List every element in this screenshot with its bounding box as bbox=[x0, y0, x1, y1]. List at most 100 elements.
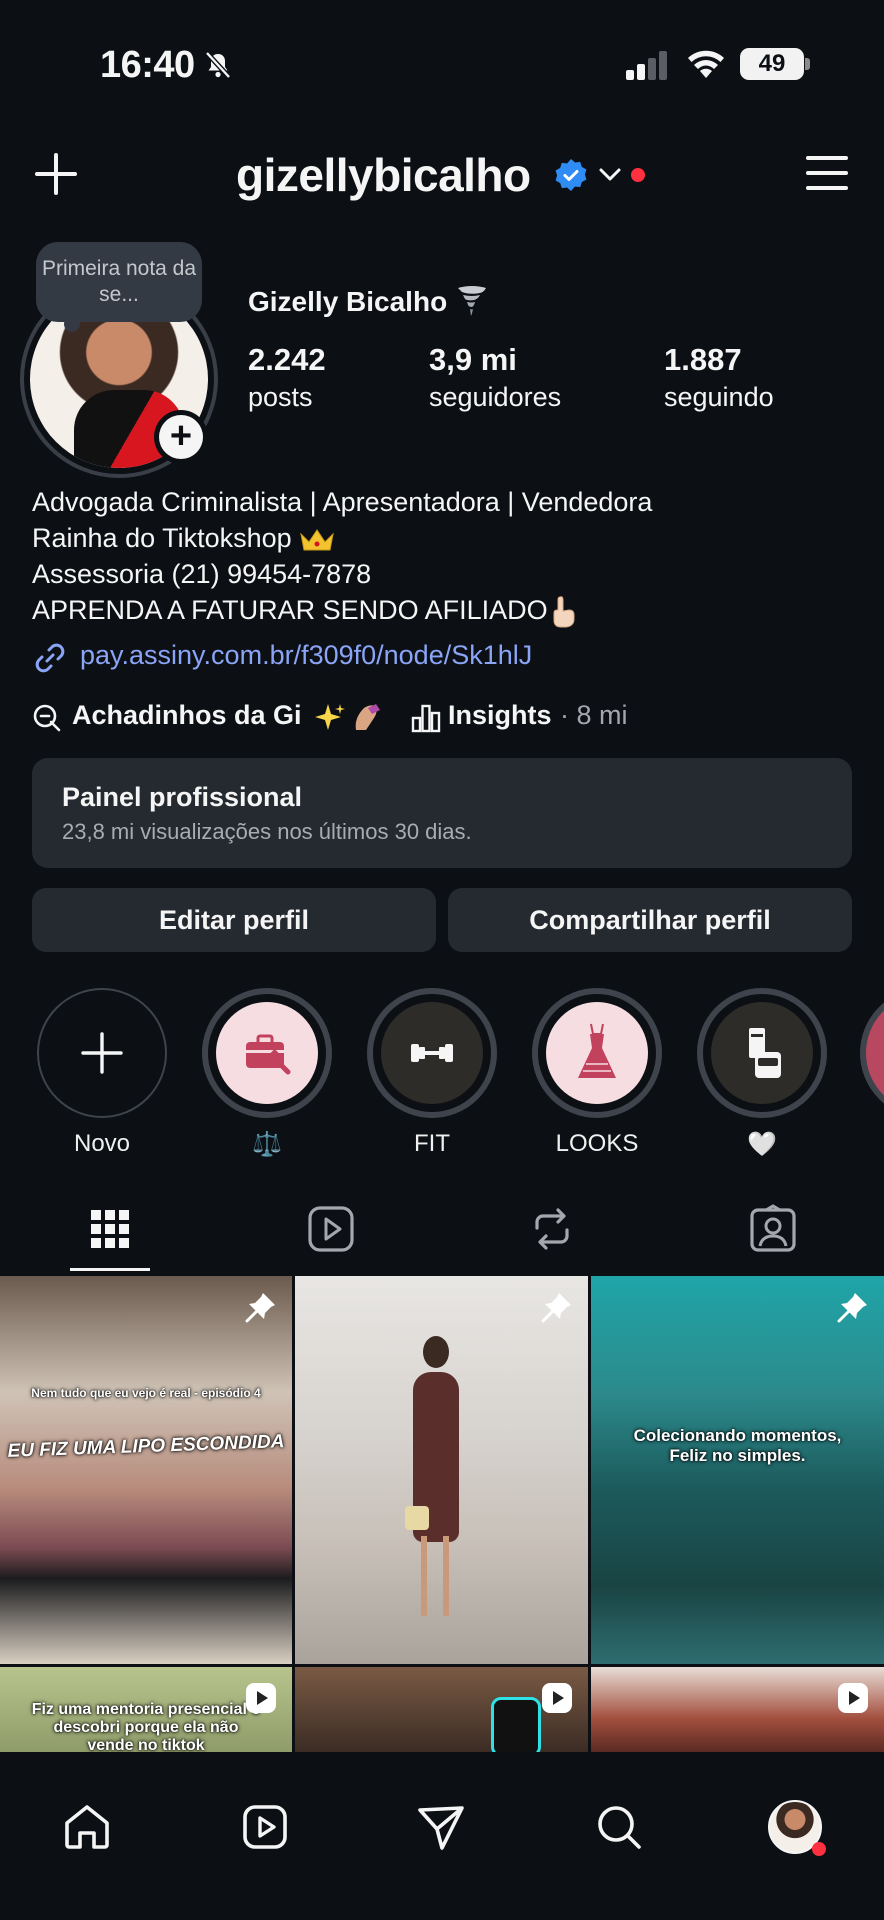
status-time: 16:40 bbox=[100, 44, 195, 86]
threads-chip-label[interactable]: Achadinhos da Gi bbox=[72, 700, 302, 731]
highlight-fit-cover bbox=[381, 1002, 483, 1104]
stat-posts-label: posts bbox=[248, 382, 313, 412]
direct-send-icon[interactable] bbox=[416, 1802, 466, 1852]
highlight-law[interactable]: ⚖️ bbox=[202, 988, 332, 1159]
grid-post-5[interactable] bbox=[295, 1667, 588, 1752]
highlight-partial-circle bbox=[860, 988, 884, 1118]
battery-icon: 49 bbox=[740, 48, 804, 80]
highlight-fit-label: FIT bbox=[414, 1130, 450, 1157]
note-bubble[interactable]: Primeira nota da se... bbox=[36, 242, 202, 322]
pin-icon bbox=[837, 1293, 867, 1323]
create-plus-icon[interactable] bbox=[34, 152, 78, 196]
dress-icon bbox=[578, 1023, 616, 1078]
active-tab-indicator bbox=[70, 1268, 150, 1271]
highlight-fit-circle bbox=[367, 988, 497, 1118]
search-icon[interactable] bbox=[594, 1802, 644, 1852]
reels-nav-icon[interactable] bbox=[240, 1802, 290, 1852]
reposts-icon[interactable] bbox=[525, 1202, 579, 1256]
highlight-heart-label: 🤍 bbox=[747, 1131, 777, 1158]
profile-bio: Advogada Criminalista | Apresentadora | … bbox=[32, 484, 652, 629]
highlight-law-cover bbox=[216, 1002, 318, 1104]
highlight-looks[interactable]: LOOKS bbox=[532, 988, 662, 1158]
grid-post-1-caption: EU FIZ UMA LIPO ESCONDIDA bbox=[7, 1431, 285, 1462]
notification-dot bbox=[631, 168, 645, 182]
pin-icon bbox=[245, 1293, 275, 1323]
highlight-looks-label: LOOKS bbox=[555, 1130, 639, 1157]
highlight-new-circle bbox=[37, 988, 167, 1118]
threads-chat-icon[interactable] bbox=[32, 702, 64, 734]
tornado-emoji-icon bbox=[458, 286, 486, 316]
share-profile-button[interactable]: Compartilhar perfil bbox=[448, 888, 852, 952]
pin-icon bbox=[541, 1293, 571, 1323]
crown-emoji-icon bbox=[300, 528, 334, 551]
chevron-down-icon[interactable] bbox=[598, 164, 622, 184]
reels-badge-icon bbox=[542, 1683, 572, 1713]
grid-icon[interactable] bbox=[83, 1202, 137, 1256]
bio-line-4: APRENDA A FATURAR SENDO AFILIADO bbox=[32, 592, 652, 629]
grid-post-6[interactable] bbox=[591, 1667, 884, 1752]
stat-following[interactable]: 1.887 seguindo bbox=[664, 342, 774, 413]
bio-line-2: Rainha do Tiktokshop bbox=[32, 520, 652, 556]
profile-username[interactable]: gizellybicalho bbox=[236, 148, 531, 202]
grid-post-2[interactable] bbox=[295, 1276, 588, 1664]
bio-line-3: Assessoria (21) 99454-7878 bbox=[32, 559, 372, 589]
signal-icon bbox=[626, 51, 667, 80]
insights-label[interactable]: Insights bbox=[448, 700, 552, 731]
profile-notification-dot bbox=[812, 1842, 826, 1856]
point-down-emoji-icon bbox=[553, 596, 575, 628]
highlight-law-label: ⚖️ bbox=[252, 1131, 282, 1158]
insights-count: · 8 mi bbox=[560, 700, 628, 730]
reels-icon[interactable] bbox=[304, 1202, 358, 1256]
stat-followers-label: seguidores bbox=[429, 382, 562, 412]
highlight-new[interactable]: Novo bbox=[37, 988, 167, 1158]
tiktok-shop-logo bbox=[491, 1697, 541, 1752]
highlight-fit[interactable]: FIT bbox=[367, 988, 497, 1158]
grid-post-3-caption-text: Colecionando momentos, Feliz no simples. bbox=[633, 1426, 842, 1465]
hamburger-menu-icon[interactable] bbox=[806, 154, 848, 192]
professional-dashboard[interactable]: Painel profissional 23,8 mi visualizaçõe… bbox=[32, 758, 852, 868]
stat-followers[interactable]: 3,9 mi seguidores bbox=[429, 342, 561, 413]
cosmetics-icon bbox=[749, 1028, 781, 1078]
highlight-heart-cover bbox=[711, 1002, 813, 1104]
profile-chips: Achadinhos da Gi Insights · 8 mi bbox=[32, 696, 852, 736]
stat-posts[interactable]: 2.242 posts bbox=[248, 342, 326, 413]
bio-line-1: Advogada Criminalista | Apresentadora | … bbox=[32, 487, 653, 517]
highlight-heart[interactable]: 🤍 bbox=[697, 988, 827, 1159]
professional-dashboard-subtitle: 23,8 mi visualizações nos últimos 30 dia… bbox=[62, 819, 472, 844]
bio-link-text[interactable]: pay.assiny.com.br/f309f0/node/Sk1hlJ bbox=[80, 640, 532, 671]
home-icon[interactable] bbox=[62, 1802, 112, 1852]
insights-bar-icon[interactable] bbox=[410, 702, 442, 734]
link-icon bbox=[35, 643, 65, 673]
grid-post-2-figure bbox=[405, 1336, 465, 1636]
reels-badge-icon bbox=[246, 1683, 276, 1713]
highlight-looks-cover bbox=[546, 1002, 648, 1104]
professional-dashboard-title: Painel profissional bbox=[62, 782, 303, 812]
verified-badge-icon bbox=[555, 159, 587, 191]
stat-posts-value: 2.242 bbox=[248, 342, 326, 377]
dumbbell-icon bbox=[411, 1044, 453, 1062]
highlight-law-circle bbox=[202, 988, 332, 1118]
highlight-new-label: Novo bbox=[73, 1130, 131, 1157]
grid-post-3[interactable]: Colecionando momentos, Feliz no simples. bbox=[591, 1276, 884, 1664]
grid-post-1[interactable]: Nem tudo que eu vejo é real - episódio 4… bbox=[0, 1276, 292, 1664]
sparkle-nails-emoji-icon bbox=[315, 704, 380, 730]
bell-off-icon bbox=[205, 51, 231, 79]
bio-line-4-text: APRENDA A FATURAR SENDO AFILIADO bbox=[32, 595, 548, 625]
bio-line-2-text: Rainha do Tiktokshop bbox=[32, 523, 292, 553]
edit-profile-button[interactable]: Editar perfil bbox=[32, 888, 436, 952]
highlight-looks-circle bbox=[532, 988, 662, 1118]
highlight-partial[interactable] bbox=[860, 988, 884, 1118]
stat-followers-value: 3,9 mi bbox=[429, 342, 517, 377]
status-bar: 16:40 49 bbox=[0, 0, 884, 120]
tagged-icon[interactable] bbox=[746, 1202, 800, 1256]
grid-post-3-caption: Colecionando momentos, Feliz no simples. bbox=[591, 1426, 884, 1466]
add-story-button[interactable]: + bbox=[154, 410, 208, 464]
highlight-heart-circle bbox=[697, 988, 827, 1118]
grid-post-4[interactable]: Fiz uma mentoria presencial e descobri p… bbox=[0, 1667, 292, 1752]
battery-tip bbox=[805, 58, 810, 70]
wifi-icon bbox=[688, 50, 724, 78]
plus-icon bbox=[81, 1032, 123, 1074]
stat-following-value: 1.887 bbox=[664, 342, 742, 377]
grid-post-1-caption-top: Nem tudo que eu vejo é real - episódio 4 bbox=[31, 1386, 261, 1400]
add-story-plus-icon: + bbox=[159, 415, 203, 459]
